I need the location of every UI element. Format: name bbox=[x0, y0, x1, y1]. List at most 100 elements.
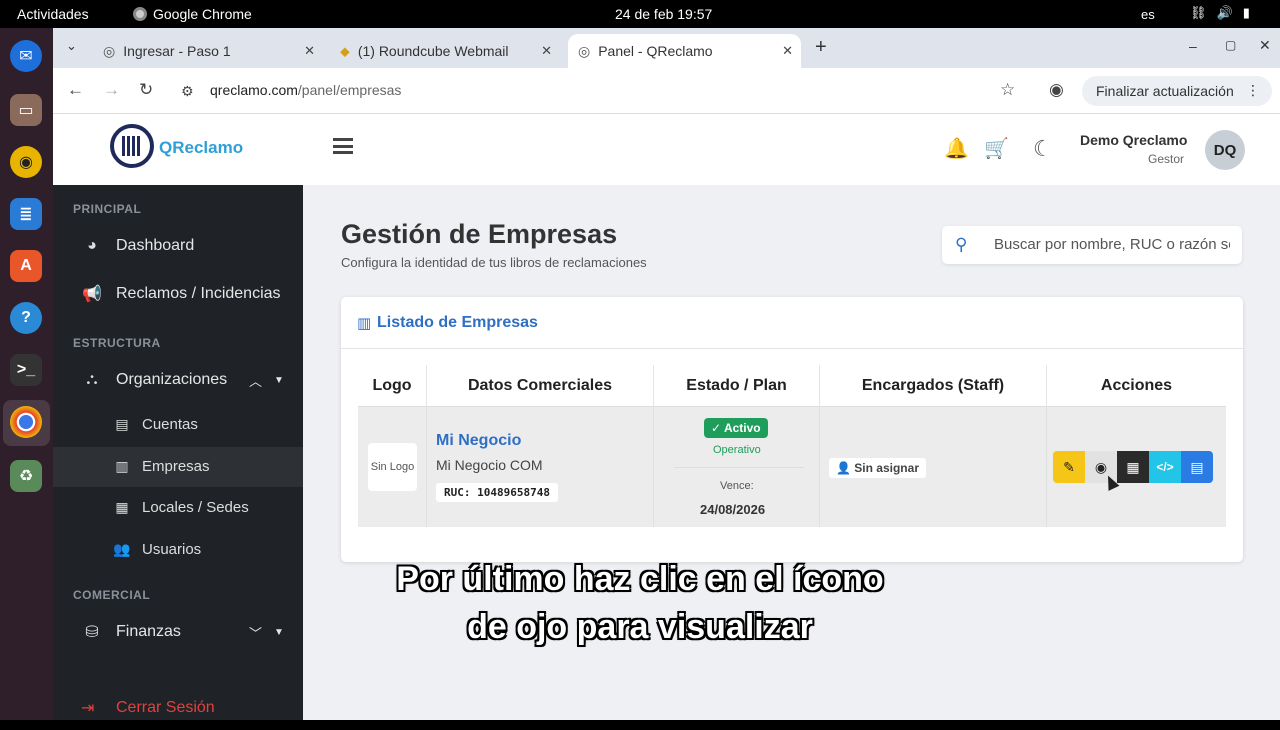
user-slash-icon: 👤 bbox=[836, 461, 851, 475]
user-name[interactable]: Demo Qreclamo bbox=[1080, 132, 1187, 148]
url-path: /panel/empresas bbox=[297, 82, 402, 98]
user-role: Gestor bbox=[1148, 152, 1185, 166]
staff-badge: 👤 Sin asignar bbox=[829, 458, 926, 478]
sidebar-item-reclamos[interactable]: 📢 Reclamos / Incidencias bbox=[53, 274, 303, 314]
sidebar-item-label: Locales / Sedes bbox=[142, 499, 249, 516]
sidebar-item-organizaciones[interactable]: ⛬ Organizaciones ︿ ▼ bbox=[53, 360, 303, 400]
thunderbird-icon[interactable]: ✉ bbox=[10, 40, 42, 72]
rhythmbox-icon[interactable]: ◉ bbox=[10, 146, 42, 178]
bell-icon[interactable]: 🔔 bbox=[944, 136, 969, 161]
system-tray[interactable]: ⛓ 🔊 ▮ bbox=[1190, 5, 1250, 21]
sidebar-item-cuentas[interactable]: ▤ Cuentas bbox=[53, 405, 303, 445]
site-info-icon[interactable]: ⚙ bbox=[181, 83, 194, 100]
ruc-badge: RUC: 10489658748 bbox=[436, 483, 558, 502]
embed-code-button[interactable]: </> bbox=[1149, 451, 1181, 483]
cart-icon[interactable]: 🛒 bbox=[984, 136, 1009, 161]
update-label: Finalizar actualización bbox=[1096, 83, 1234, 99]
brand-name[interactable]: QReclamo bbox=[159, 138, 243, 158]
files-icon[interactable]: ▭ bbox=[10, 94, 42, 126]
keyboard-layout-indicator[interactable]: es bbox=[1141, 7, 1155, 22]
roundcube-icon: ⬥ bbox=[340, 42, 350, 59]
qreclamo-logo-icon[interactable] bbox=[110, 124, 154, 168]
bookmark-star-icon[interactable]: ☆ bbox=[1000, 80, 1015, 100]
tab-panel-qreclamo[interactable]: ◎ Panel - QReclamo ✕ bbox=[568, 34, 801, 68]
dark-mode-icon[interactable]: ☾ bbox=[1033, 136, 1053, 162]
video-caption-line-1: Por último haz clic en el ícono bbox=[395, 559, 884, 599]
store-icon: ▦ bbox=[115, 499, 129, 515]
video-caption-line-2: de ojo para visualizar bbox=[466, 607, 814, 647]
chevron-up-icon: ︿ bbox=[249, 373, 263, 389]
browser-toolbar: ← → ↻ ⚙ qreclamo.com/panel/empresas ☆ ◉ … bbox=[53, 68, 1280, 114]
column-header-acciones: Acciones bbox=[1100, 377, 1173, 394]
clock[interactable]: 24 de feb 19:57 bbox=[615, 6, 712, 22]
search-placeholder: Buscar por nombre, RUC o razón social bbox=[994, 236, 1230, 253]
companies-card: ▥ Listado de Empresas Logo Datos Comerci… bbox=[341, 297, 1243, 562]
app-center-icon[interactable]: A bbox=[10, 250, 42, 282]
logout-button[interactable]: ⇥ Cerrar Sesión bbox=[53, 690, 303, 730]
tab-ingresar[interactable]: ◎ Ingresar - Paso 1 ✕ bbox=[93, 34, 323, 68]
update-button[interactable]: Finalizar actualización ⋮ bbox=[1082, 76, 1272, 106]
tab-search-icon[interactable]: ⌄ bbox=[66, 38, 77, 54]
close-window-icon[interactable]: ✕ bbox=[1259, 37, 1271, 54]
status-subtext: Operativo bbox=[713, 444, 761, 456]
users-icon: 👥 bbox=[113, 541, 131, 557]
terminal-icon[interactable]: >_ bbox=[10, 354, 42, 386]
company-name-link[interactable]: Mi Negocio bbox=[436, 432, 521, 450]
activities-button[interactable]: Actividades bbox=[17, 6, 89, 22]
brand-prefix: QR bbox=[159, 138, 185, 157]
sidebar-item-empresas[interactable]: ▥ Empresas bbox=[53, 447, 303, 487]
maximize-icon[interactable]: ▢ bbox=[1225, 38, 1236, 52]
expires-date: 24/08/2026 bbox=[700, 502, 766, 517]
close-tab-icon[interactable]: ✕ bbox=[304, 43, 315, 59]
tab-roundcube[interactable]: ⬥ (1) Roundcube Webmail ✕ bbox=[330, 34, 560, 68]
search-input[interactable]: ⚲ Buscar por nombre, RUC o razón social bbox=[942, 226, 1242, 264]
search-icon: ⚲ bbox=[955, 235, 968, 254]
back-icon[interactable]: ← bbox=[67, 80, 84, 100]
megaphone-icon: 📢 bbox=[82, 286, 102, 303]
active-app-menu[interactable]: Google Chrome bbox=[133, 6, 252, 22]
kebab-menu-icon[interactable]: ⋮ bbox=[1246, 82, 1260, 99]
qr-button[interactable]: ▦ bbox=[1117, 451, 1149, 483]
staff-label: Sin asignar bbox=[854, 461, 919, 475]
expires-label: Vence: bbox=[720, 480, 754, 492]
brand-suffix: eclamo bbox=[184, 138, 244, 157]
sidebar-section-estructura: ESTRUCTURA bbox=[73, 336, 161, 350]
page-title: Gestión de Empresas bbox=[341, 219, 618, 249]
code-icon: </> bbox=[1156, 460, 1174, 474]
close-tab-icon[interactable]: ✕ bbox=[782, 43, 793, 59]
row-actions: ✎ ◉ ▦ </> ▤ bbox=[1053, 451, 1213, 483]
sidebar-section-principal: PRINCIPAL bbox=[73, 202, 142, 216]
battery-icon: ▮ bbox=[1242, 5, 1250, 20]
logout-label: Cerrar Sesión bbox=[116, 699, 215, 716]
gauge-icon: ◕ bbox=[87, 237, 97, 254]
trash-icon[interactable]: ♻ bbox=[10, 460, 42, 492]
network-icon: ⛓ bbox=[1190, 5, 1207, 20]
sidebar-item-label: Usuarios bbox=[142, 541, 202, 558]
tab-label: Ingresar - Paso 1 bbox=[123, 43, 231, 59]
profile-icon[interactable]: ◉ bbox=[1049, 80, 1064, 100]
sidebar-item-locales[interactable]: ▦ Locales / Sedes bbox=[53, 488, 303, 528]
reload-icon[interactable]: ↻ bbox=[139, 80, 153, 100]
table-row: Sin Logo Mi Negocio Mi Negocio COM RUC: … bbox=[358, 407, 1226, 527]
edit-button[interactable]: ✎ bbox=[1053, 451, 1085, 483]
minimize-icon[interactable]: – bbox=[1189, 38, 1197, 54]
new-tab-button[interactable]: + bbox=[815, 36, 827, 59]
address-bar[interactable]: qreclamo.com/panel/empresas bbox=[210, 82, 401, 98]
cell-divider bbox=[674, 467, 804, 468]
avatar[interactable]: DQ bbox=[1205, 130, 1245, 170]
store-button[interactable]: ▤ bbox=[1181, 451, 1213, 483]
status-label: Activo bbox=[723, 421, 761, 435]
qr-code-icon: ▦ bbox=[1126, 458, 1140, 475]
sidebar-item-dashboard[interactable]: ◕ Dashboard bbox=[53, 226, 303, 266]
url-host: qreclamo.com bbox=[210, 82, 298, 98]
help-icon[interactable]: ? bbox=[10, 302, 42, 334]
caret-down-icon: ▼ bbox=[274, 374, 284, 386]
menu-toggle-icon[interactable] bbox=[333, 138, 353, 154]
eye-icon: ◉ bbox=[1094, 458, 1108, 475]
writer-icon[interactable]: ≣ bbox=[10, 198, 42, 230]
chrome-dock-icon[interactable] bbox=[10, 406, 42, 438]
forward-icon[interactable]: → bbox=[103, 80, 120, 100]
tab-label: Panel - QReclamo bbox=[598, 43, 713, 59]
close-tab-icon[interactable]: ✕ bbox=[541, 43, 552, 59]
table-header: Logo Datos Comerciales Estado / Plan Enc… bbox=[358, 365, 1226, 407]
